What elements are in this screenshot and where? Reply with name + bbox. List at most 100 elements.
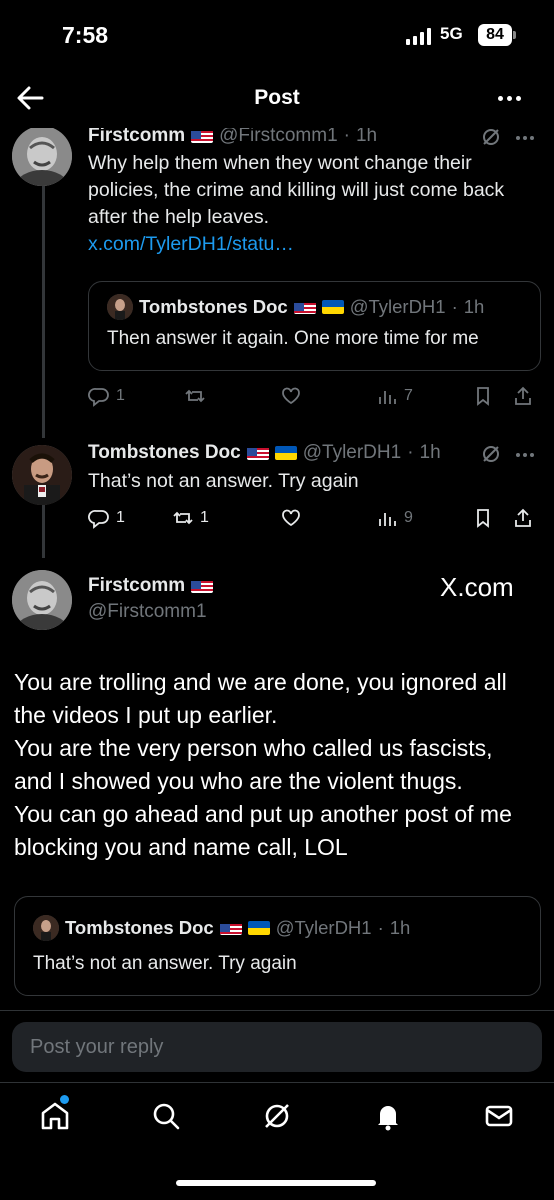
- search-icon[interactable]: [149, 1099, 183, 1133]
- author-handle[interactable]: @TylerDH1: [303, 442, 401, 464]
- bookmark-button[interactable]: [472, 507, 494, 529]
- post-time[interactable]: 1h: [356, 128, 377, 147]
- main-handle-row: @Firstcomm1: [88, 601, 207, 623]
- quote-author-name: Tombstones Doc: [65, 917, 214, 938]
- quote-author-handle: @TylerDH1: [349, 296, 446, 317]
- author-name[interactable]: Firstcomm: [88, 575, 185, 597]
- grok-icon[interactable]: [480, 128, 502, 148]
- repost-count: 1: [200, 509, 209, 526]
- us-flag-icon: [219, 921, 242, 935]
- source-label: X.com: [440, 572, 514, 602]
- us-flag-icon: [191, 129, 214, 143]
- bookmark-button[interactable]: [472, 385, 494, 407]
- status-bar: 7:58 5G 84: [0, 0, 554, 70]
- post-actions: 1 7: [88, 385, 543, 413]
- reply-button[interactable]: 1: [88, 385, 125, 407]
- share-icon: [515, 508, 531, 527]
- quote-time: 1h: [463, 296, 485, 317]
- reply-icon: [88, 388, 109, 407]
- signal-icon: [406, 28, 431, 45]
- quoted-post[interactable]: Tombstones Doc @TylerDH1 · 1h Then answe…: [88, 281, 541, 371]
- us-flag-icon: [293, 300, 316, 314]
- reply-placeholder: Post your reply: [30, 1036, 164, 1058]
- grok-icon[interactable]: [480, 443, 502, 465]
- reply-count: 1: [116, 509, 125, 526]
- view-count: 9: [404, 509, 413, 526]
- share-button[interactable]: [512, 385, 534, 407]
- author-name[interactable]: Firstcomm: [88, 128, 185, 147]
- reply-button[interactable]: 1: [88, 507, 125, 529]
- quote-text: Then answer it again. One more time for …: [107, 328, 479, 349]
- post-link[interactable]: x.com/TylerDH1/statu…: [88, 233, 294, 255]
- share-button[interactable]: [512, 507, 534, 529]
- heart-icon: [282, 387, 300, 405]
- views-icon: [379, 391, 396, 404]
- us-flag-icon: [191, 579, 214, 593]
- quote-avatar: [107, 294, 133, 320]
- ukraine-flag-icon: [321, 300, 344, 314]
- repost-icon: [185, 389, 205, 403]
- ukraine-flag-icon: [247, 921, 270, 935]
- post-time[interactable]: 1h: [420, 442, 441, 464]
- separator: ·: [377, 917, 384, 938]
- page-title: Post: [254, 86, 300, 109]
- views-button[interactable]: 9: [376, 507, 413, 529]
- avatar[interactable]: [12, 128, 72, 186]
- post-text: That’s not an answer. Try again: [88, 470, 359, 492]
- divider: [0, 1010, 554, 1011]
- views-icon: [379, 513, 396, 526]
- post-actions: 1 1 9: [88, 507, 543, 535]
- network-label: 5G: [440, 24, 463, 43]
- avatar[interactable]: [12, 445, 72, 505]
- post-more-icon[interactable]: [516, 453, 534, 457]
- avatar[interactable]: [12, 570, 72, 630]
- quote-time: 1h: [389, 917, 411, 938]
- top-bar: Post: [0, 70, 554, 128]
- like-button[interactable]: [280, 385, 308, 407]
- author-name[interactable]: Tombstones Doc: [88, 442, 241, 464]
- home-indicator: [176, 1180, 376, 1186]
- quote-avatar: [33, 915, 59, 941]
- view-count: 7: [404, 387, 413, 404]
- repost-button[interactable]: [184, 385, 212, 407]
- quote-author-handle: @TylerDH1: [275, 917, 372, 938]
- reply-icon: [88, 510, 109, 529]
- quote-author-row: Tombstones Doc @TylerDH1 · 1h: [33, 915, 410, 941]
- grok-icon[interactable]: [260, 1099, 294, 1133]
- author-handle[interactable]: @Firstcomm1: [219, 128, 338, 147]
- notifications-icon[interactable]: [371, 1099, 405, 1133]
- repost-icon: [173, 511, 193, 525]
- views-button[interactable]: 7: [376, 385, 413, 407]
- bookmark-icon: [477, 387, 489, 406]
- messages-icon[interactable]: [482, 1099, 516, 1133]
- reply-count: 1: [116, 387, 125, 404]
- main-post-text: You are trolling and we are done, you ig…: [14, 669, 512, 860]
- us-flag-icon: [246, 446, 269, 460]
- thread-line: [42, 503, 45, 558]
- status-time: 7:58: [62, 22, 109, 48]
- separator: ·: [343, 128, 350, 146]
- post-author-row: Tombstones Doc @TylerDH1 · 1h: [88, 442, 441, 464]
- reply-input[interactable]: Post your reply: [12, 1022, 542, 1072]
- separator: ·: [451, 296, 458, 317]
- home-icon[interactable]: [38, 1099, 72, 1133]
- share-icon: [515, 386, 531, 405]
- quote-author-name: Tombstones Doc: [139, 296, 288, 317]
- post-more-icon[interactable]: [516, 136, 534, 140]
- heart-icon: [282, 509, 300, 527]
- battery-tip: [513, 31, 516, 39]
- post-author-row: Firstcomm: [88, 575, 214, 597]
- battery-icon: 84: [478, 24, 512, 46]
- bookmark-icon: [477, 509, 489, 528]
- post-author-row: Firstcomm @Firstcomm1 · 1h: [88, 128, 377, 147]
- repost-button[interactable]: 1: [172, 507, 209, 529]
- quote-author-row: Tombstones Doc @TylerDH1 · 1h: [107, 294, 484, 320]
- author-handle[interactable]: @Firstcomm1: [88, 601, 207, 623]
- post-text: Why help them when they wont change thei…: [88, 152, 505, 255]
- quote-text: That’s not an answer. Try again: [33, 953, 297, 974]
- like-button[interactable]: [280, 507, 308, 529]
- quoted-post[interactable]: Tombstones Doc @TylerDH1 · 1h That’s not…: [14, 896, 541, 996]
- more-options-icon[interactable]: [498, 96, 521, 101]
- thread-line: [42, 186, 45, 438]
- ukraine-flag-icon: [274, 446, 297, 460]
